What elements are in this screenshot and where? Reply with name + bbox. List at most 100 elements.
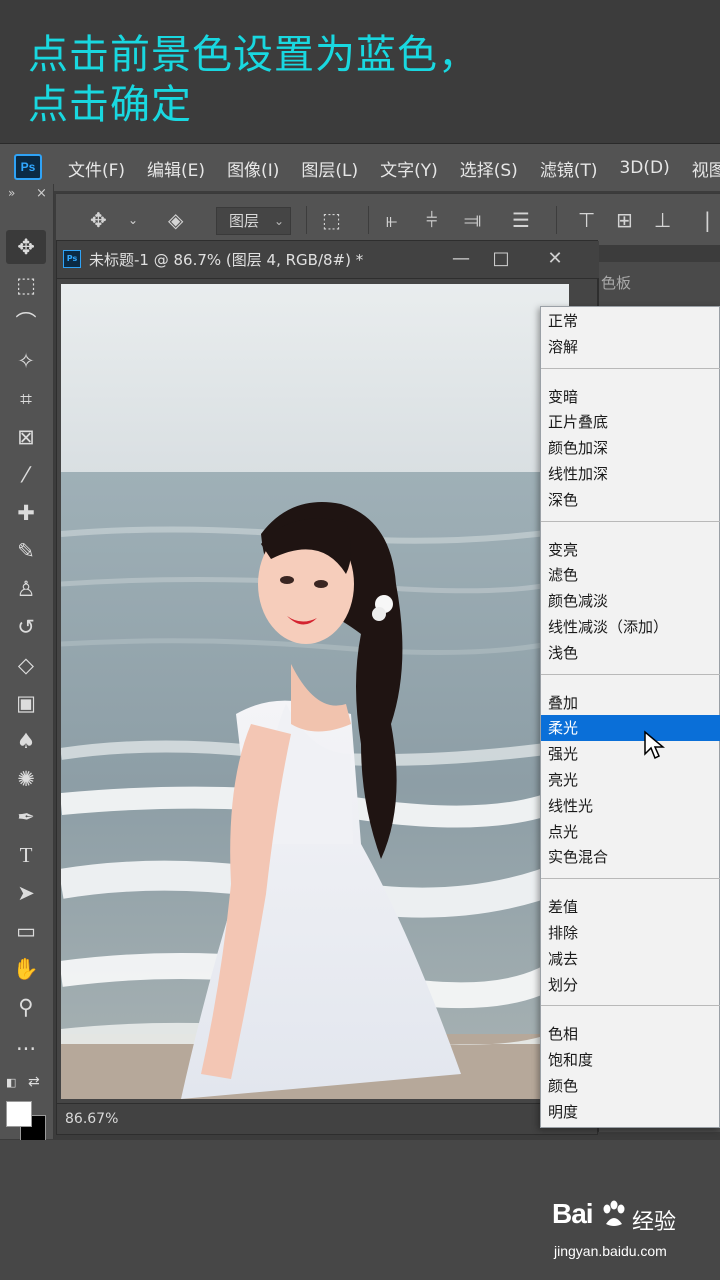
hand-tool-icon[interactable]: ✋ [6, 952, 46, 986]
blend-mode-option[interactable]: 减去 [541, 946, 720, 972]
blend-mode-option[interactable]: 点光 [541, 819, 720, 845]
blend-mode-option[interactable]: 正片叠底 [541, 409, 720, 435]
blend-mode-option[interactable]: 明度 [541, 1099, 720, 1125]
baidu-jingyan-watermark: Bai 经验 jingyan.baidu.com [552, 1198, 712, 1268]
instruction-caption: 点击前景色设置为蓝色， 点击确定 [28, 30, 708, 130]
menu-separator [541, 367, 720, 369]
lasso-tool-icon[interactable]: ⌒ [6, 306, 46, 340]
watermark-brand-cn: 经验 [632, 1210, 677, 1235]
maximize-icon[interactable]: □ [481, 241, 521, 279]
blend-mode-option[interactable]: 划分 [541, 972, 720, 998]
distribute-bottom-icon[interactable]: ⊥ [654, 194, 671, 246]
layer-stack-icon[interactable]: ◈ [168, 194, 183, 246]
swatches-panel-title[interactable]: 色板 [601, 272, 631, 293]
align-right-icon[interactable]: ⫥ [464, 194, 481, 246]
document-canvas[interactable] [61, 284, 569, 1099]
blend-mode-option[interactable]: 差值 [541, 894, 720, 920]
blend-mode-option[interactable]: 线性减淡（添加） [541, 614, 720, 640]
align-center-icon[interactable]: ⫩ [426, 194, 437, 246]
align-left-icon[interactable]: ⫦ [386, 194, 397, 246]
zoom-level[interactable]: 86.67% [65, 1104, 118, 1135]
menu-item[interactable]: 编辑(E) [147, 156, 205, 181]
blend-mode-option[interactable]: 溶解 [541, 334, 720, 360]
tools-panel: » × ✥ ⬚ ⌒ ✧ ⌗ ⊠ ⁄ ✚ ✎ ♙ ↺ ◇ ▣ ♠ ✺ ✒ T ➤ … [0, 184, 54, 1141]
blend-mode-option[interactable]: 正常 [541, 308, 720, 334]
clone-stamp-tool-icon[interactable]: ♙ [6, 572, 46, 606]
close-icon[interactable]: × [36, 186, 47, 201]
distribute-top-icon[interactable]: ⊤ [578, 194, 595, 246]
menu-item[interactable]: 文件(F) [68, 156, 125, 181]
align-middle-icon[interactable]: ☰ [512, 194, 530, 246]
history-brush-tool-icon[interactable]: ↺ [6, 610, 46, 644]
blend-mode-option[interactable]: 色相 [541, 1021, 720, 1047]
blend-mode-option[interactable]: 强光 [541, 741, 720, 767]
menu-item[interactable]: 滤镜(T) [540, 156, 598, 181]
type-tool-icon[interactable]: T [6, 838, 46, 872]
distribute-vcenter-icon[interactable]: ⊞ [616, 194, 633, 246]
status-bar: 86.67% [57, 1103, 597, 1134]
minimize-icon[interactable]: — [441, 241, 481, 279]
auto-select-dropdown[interactable]: 图层 ⌄ [216, 207, 291, 235]
menu-items: 文件(F) 编辑(E) 图像(I) 图层(L) 文字(Y) 选择(S) 滤镜(T) 3D(D)… [68, 144, 720, 192]
foreground-color-swatch[interactable] [6, 1101, 32, 1127]
blend-mode-option[interactable]: 亮光 [541, 767, 720, 793]
blend-mode-option[interactable]: 变亮 [541, 537, 720, 563]
blend-mode-option[interactable]: 颜色 [541, 1073, 720, 1099]
menu-item[interactable]: 选择(S) [460, 156, 518, 181]
blend-mode-option[interactable]: 滤色 [541, 562, 720, 588]
blend-mode-option[interactable]: 饱和度 [541, 1047, 720, 1073]
crop-tool-icon[interactable]: ⌗ [6, 382, 46, 416]
photoshop-logo-icon[interactable]: Ps [14, 154, 42, 180]
close-icon[interactable]: ✕ [535, 241, 575, 279]
blend-mode-option[interactable]: 变暗 [541, 384, 720, 410]
document-window: Ps 未标题-1 @ 86.7% (图层 4, RGB/8#) * — □ ✕ [56, 240, 599, 1135]
auto-select-value: 图层 [229, 212, 260, 230]
menu-item[interactable]: 3D(D) [619, 158, 669, 178]
blend-mode-option[interactable]: 深色 [541, 487, 720, 513]
menu-item[interactable]: 图像(I) [227, 156, 279, 181]
path-selection-tool-icon[interactable]: ➤ [6, 876, 46, 910]
default-colors-icon[interactable]: ◧ [6, 1076, 16, 1089]
blend-mode-option[interactable]: 叠加 [541, 690, 720, 716]
move-icon[interactable]: ✥ [90, 194, 107, 246]
more-align-icon[interactable]: | [704, 194, 711, 246]
watermark-url: jingyan.baidu.com [554, 1243, 667, 1259]
magic-wand-tool-icon[interactable]: ✧ [6, 344, 46, 378]
divider [306, 206, 307, 234]
swap-colors-icon[interactable]: ⇄ [28, 1074, 40, 1090]
chevron-down-icon[interactable]: ⌄ [128, 194, 138, 246]
blend-mode-option[interactable]: 线性光 [541, 793, 720, 819]
menu-item[interactable]: 视图 [692, 156, 720, 181]
blend-mode-option[interactable]: 浅色 [541, 640, 720, 666]
blend-mode-option[interactable]: 线性加深 [541, 461, 720, 487]
eraser-tool-icon[interactable]: ◇ [6, 648, 46, 682]
menu-separator [541, 673, 720, 675]
menu-item[interactable]: 图层(L) [301, 156, 358, 181]
dodge-tool-icon[interactable]: ✺ [6, 762, 46, 796]
blend-mode-option[interactable]: 实色混合 [541, 844, 720, 870]
gradient-tool-icon[interactable]: ▣ [6, 686, 46, 720]
marquee-tool-icon[interactable]: ⬚ [6, 268, 46, 302]
blur-tool-icon[interactable]: ♠ [6, 724, 46, 758]
healing-brush-tool-icon[interactable]: ✚ [6, 496, 46, 530]
move-tool-icon[interactable]: ✥ [6, 230, 46, 264]
eyedropper-tool-icon[interactable]: ⁄ [6, 458, 46, 492]
rectangle-tool-icon[interactable]: ▭ [6, 914, 46, 948]
more-tools-icon[interactable]: ··· [6, 1032, 46, 1066]
blend-mode-option[interactable]: 柔光 [541, 715, 720, 742]
pen-tool-icon[interactable]: ✒ [6, 800, 46, 834]
blend-mode-option[interactable]: 颜色加深 [541, 435, 720, 461]
blend-mode-option[interactable]: 排除 [541, 920, 720, 946]
collapse-icon[interactable]: » [8, 186, 15, 200]
watermark-brand: Bai [552, 1198, 594, 1229]
menu-item[interactable]: 文字(Y) [380, 156, 438, 181]
zoom-tool-icon[interactable]: ⚲ [6, 990, 46, 1024]
chevron-down-icon: ⌄ [273, 214, 284, 228]
options-bar: ✥ ⌄ ◈ 图层 ⌄ ⬚ ⫦ ⫩ ⫥ ☰ ⊤ ⊞ ⊥ | [56, 193, 720, 245]
document-title-bar[interactable]: Ps 未标题-1 @ 86.7% (图层 4, RGB/8#) * — □ ✕ [57, 241, 599, 279]
brush-tool-icon[interactable]: ✎ [6, 534, 46, 568]
frame-tool-icon[interactable]: ⊠ [6, 420, 46, 454]
blend-mode-option[interactable]: 颜色减淡 [541, 588, 720, 614]
transform-controls-icon[interactable]: ⬚ [322, 194, 341, 246]
menu-separator [541, 1005, 720, 1007]
